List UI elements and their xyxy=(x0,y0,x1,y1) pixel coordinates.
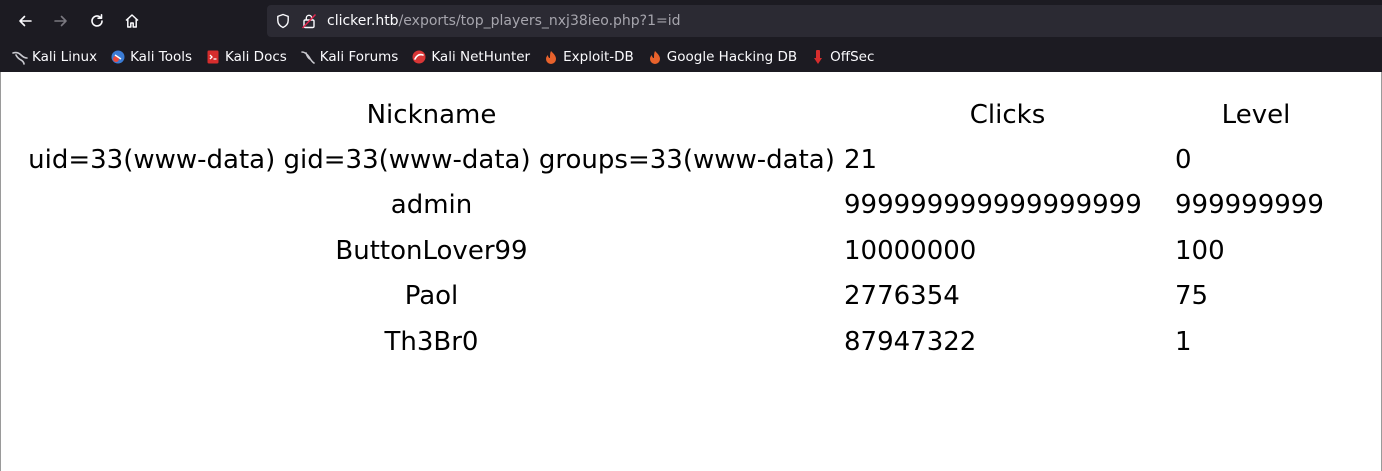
bookmarks-toolbar: Kali Linux Kali Tools Kali Docs Kali For… xyxy=(0,42,1382,72)
bookmark-label: Kali Docs xyxy=(225,49,287,65)
home-icon xyxy=(125,14,139,28)
ghdb-icon xyxy=(649,51,660,64)
cell-level: 100 xyxy=(1175,235,1225,266)
kali-dragon-icon xyxy=(12,51,28,65)
bookmark-google-hacking-db[interactable]: Google Hacking DB xyxy=(647,49,797,65)
shield-icon[interactable] xyxy=(275,13,291,29)
table-row: Th3Br0 87947322 1 xyxy=(23,319,1337,365)
url-host: clicker.htb xyxy=(327,13,399,29)
cell-level: 0 xyxy=(1175,144,1192,175)
bookmark-kali-nethunter[interactable]: Kali NetHunter xyxy=(411,49,530,65)
kali-forums-icon xyxy=(300,51,315,64)
cell-nickname: uid=33(www-data) gid=33(www-data) groups… xyxy=(28,144,835,175)
bookmark-kali-forums[interactable]: Kali Forums xyxy=(300,49,399,65)
bookmark-label: Exploit-DB xyxy=(563,49,634,65)
cell-clicks: 21 xyxy=(844,144,878,175)
forward-button[interactable] xyxy=(45,5,77,37)
bookmark-label: Kali Forums xyxy=(319,49,399,65)
forward-icon xyxy=(54,15,67,27)
cell-level: 999999999 xyxy=(1175,190,1324,221)
bookmark-offsec[interactable]: OffSec xyxy=(810,49,874,65)
cell-nickname: Th3Br0 xyxy=(384,326,479,357)
reload-button[interactable] xyxy=(81,5,113,37)
table-row: ButtonLover99 10000000 100 xyxy=(23,228,1337,274)
table-header-row: Nickname Clicks Level xyxy=(23,92,1337,137)
back-icon xyxy=(19,15,32,27)
reload-icon xyxy=(91,14,103,27)
bookmark-label: Google Hacking DB xyxy=(666,49,798,65)
url-path: /exports/top_players_nxj38ieo.php?1=id xyxy=(398,13,681,29)
bookmark-kali-docs[interactable]: Kali Docs xyxy=(205,49,287,65)
kali-docs-icon xyxy=(207,50,219,64)
page-content: Nickname Clicks Level uid=33(www-data) g… xyxy=(0,72,1382,471)
cell-level: 75 xyxy=(1175,281,1209,312)
table-row: admin 999999999999999999 999999999 xyxy=(23,183,1337,229)
home-button[interactable] xyxy=(116,5,148,37)
bookmark-kali-linux[interactable]: Kali Linux xyxy=(12,49,97,65)
lock-icon[interactable] xyxy=(301,13,317,29)
address-bar[interactable]: clicker.htb/exports/top_players_nxj38ieo… xyxy=(267,5,1382,37)
table-row: uid=33(www-data) gid=33(www-data) groups… xyxy=(23,137,1337,183)
cell-nickname: admin xyxy=(390,190,473,221)
bookmark-label: Kali Linux xyxy=(32,49,98,65)
table-row: Paol 2776354 75 xyxy=(23,274,1337,320)
url-text[interactable]: clicker.htb/exports/top_players_nxj38ieo… xyxy=(327,13,681,29)
cell-clicks: 999999999999999999 xyxy=(844,190,1142,221)
header-clicks: Clicks xyxy=(969,99,1046,130)
cell-nickname: ButtonLover99 xyxy=(335,235,528,266)
bookmark-label: Kali Tools xyxy=(130,49,192,65)
back-button[interactable] xyxy=(9,5,41,37)
cell-level: 1 xyxy=(1175,326,1192,357)
cell-clicks: 2776354 xyxy=(844,281,960,312)
bookmark-label: OffSec xyxy=(830,49,875,65)
cell-clicks: 87947322 xyxy=(844,326,977,357)
exploitdb-icon xyxy=(546,51,557,64)
bookmark-kali-tools[interactable]: Kali Tools xyxy=(110,49,192,65)
navigation-toolbar: clicker.htb/exports/top_players_nxj38ieo… xyxy=(0,0,1382,42)
cell-nickname: Paol xyxy=(404,281,459,312)
offsec-icon xyxy=(814,50,823,64)
top-players-table: Nickname Clicks Level uid=33(www-data) g… xyxy=(19,92,1341,365)
header-level: Level xyxy=(1221,99,1291,130)
cell-clicks: 10000000 xyxy=(844,235,977,266)
bookmark-label: Kali NetHunter xyxy=(431,49,531,65)
browser-chrome: clicker.htb/exports/top_players_nxj38ieo… xyxy=(0,0,1382,72)
bookmark-exploit-db[interactable]: Exploit-DB xyxy=(543,49,634,65)
kali-tools-icon xyxy=(111,50,125,64)
nethunter-icon xyxy=(412,50,426,64)
header-nickname: Nickname xyxy=(366,99,497,130)
